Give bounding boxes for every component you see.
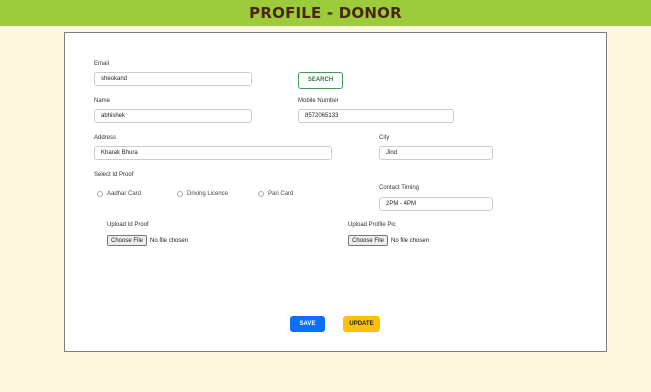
contact-timing-label: Contact Timing — [379, 185, 420, 191]
name-label: Name — [94, 98, 111, 104]
mobile-label: Mobile Number — [298, 98, 339, 104]
radio-label: Driving Licence — [187, 191, 229, 197]
upload-id-proof-input[interactable]: Choose File No file chosen — [107, 235, 188, 246]
page-title: PROFILE - DONOR — [249, 4, 402, 22]
email-label: Email — [94, 61, 110, 67]
upload-id-label: Upload Id Proof — [107, 222, 149, 228]
save-button[interactable]: SAVE — [290, 316, 325, 332]
upload-pic-label: Upload Profile Pic — [348, 222, 396, 228]
name-field[interactable]: abhishek — [94, 109, 252, 123]
radio-pan-card[interactable]: Pan Card — [258, 191, 293, 197]
city-field[interactable]: Jind — [379, 146, 493, 160]
mobile-field[interactable]: 8572065133 — [298, 109, 454, 123]
choose-file-button[interactable]: Choose File — [107, 235, 148, 246]
page-header: PROFILE - DONOR — [0, 0, 651, 26]
address-field[interactable]: Kharak Bhura — [94, 146, 332, 160]
address-label: Address — [94, 135, 117, 141]
choose-file-button[interactable]: Choose File — [348, 235, 389, 246]
contact-timing-field[interactable]: 2PM - 4PM — [379, 197, 493, 211]
radio-driving-licence[interactable]: Driving Licence — [177, 191, 228, 197]
email-field[interactable]: sheokand — [94, 72, 252, 86]
radio-label: Aadhar Card — [107, 191, 142, 197]
upload-profile-pic-input[interactable]: Choose File No file chosen — [348, 235, 429, 246]
radio-label: Pan Card — [268, 191, 294, 197]
file-status: No file chosen — [391, 237, 430, 244]
radio-aadhar-card[interactable]: Aadhar Card — [97, 191, 141, 197]
radio-circle-icon[interactable] — [177, 191, 183, 197]
search-button[interactable]: SEARCH — [298, 72, 343, 89]
city-label: City — [379, 135, 390, 141]
radio-circle-icon[interactable] — [97, 191, 103, 197]
file-status: No file chosen — [150, 237, 189, 244]
radio-circle-icon[interactable] — [258, 191, 264, 197]
id-proof-label: Select Id Proof — [94, 172, 134, 178]
update-button[interactable]: UPDATE — [343, 316, 380, 332]
